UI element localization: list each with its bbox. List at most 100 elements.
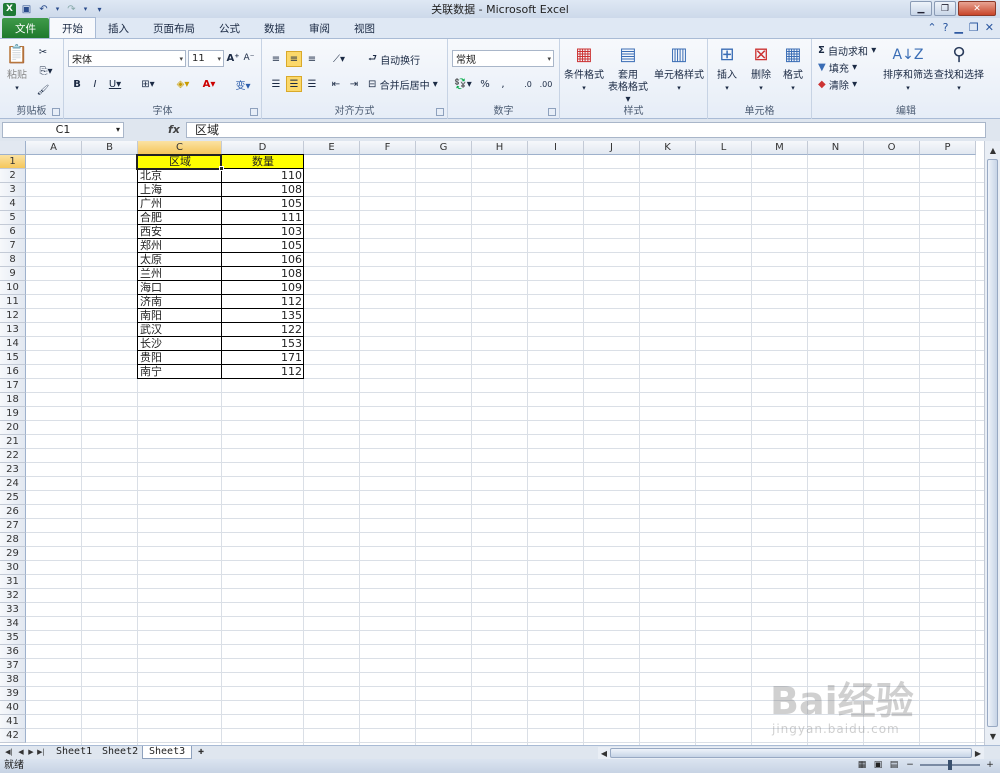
clipboard-launcher-icon[interactable]	[52, 108, 60, 116]
undo-dropdown-icon[interactable]: ▾	[54, 3, 61, 16]
row-header-16[interactable]: 16	[0, 365, 26, 379]
wrap-text-button[interactable]: ⮐ 自动换行	[368, 51, 438, 67]
cell-quantity[interactable]: 135	[222, 309, 304, 323]
column-header-d[interactable]: D	[222, 141, 304, 155]
number-launcher-icon[interactable]	[548, 108, 556, 116]
sort-filter-button[interactable]: A↓Z 排序和筛选 ▾	[880, 43, 936, 94]
row-header-20[interactable]: 20	[0, 421, 26, 435]
cell-region[interactable]: 郑州	[138, 239, 222, 253]
row-header-24[interactable]: 24	[0, 477, 26, 491]
cell-quantity[interactable]: 106	[222, 253, 304, 267]
cell-quantity[interactable]: 122	[222, 323, 304, 337]
normal-view-icon[interactable]: ▦	[856, 759, 868, 771]
fill-handle[interactable]	[219, 166, 224, 171]
autosum-button[interactable]: Σ 自动求和 ▾	[818, 43, 888, 58]
clear-button[interactable]: ◆ 清除 ▾	[818, 77, 878, 92]
align-top-icon[interactable]: ≡	[268, 51, 284, 67]
select-all-corner[interactable]	[0, 141, 26, 155]
cell-quantity[interactable]: 111	[222, 211, 304, 225]
row-header-11[interactable]: 11	[0, 295, 26, 309]
cell-region[interactable]: 合肥	[138, 211, 222, 225]
paste-button[interactable]: 📋 粘贴 ▾	[4, 43, 30, 94]
scroll-up-icon[interactable]: ▲	[986, 143, 1000, 157]
row-header-10[interactable]: 10	[0, 281, 26, 295]
minimize-ribbon-icon[interactable]: ⌃	[927, 21, 936, 34]
italic-button[interactable]: I	[88, 77, 102, 91]
excel-logo-icon[interactable]: X	[3, 2, 16, 16]
restore-button[interactable]: ❐	[934, 1, 956, 16]
column-header-p[interactable]: P	[920, 141, 976, 155]
font-color-icon[interactable]: A▾	[198, 77, 220, 91]
borders-icon[interactable]: ⊞▾	[138, 77, 158, 91]
column-header-j[interactable]: J	[584, 141, 640, 155]
row-header-14[interactable]: 14	[0, 337, 26, 351]
cell-region[interactable]: 兰州	[138, 267, 222, 281]
cell-quantity[interactable]: 108	[222, 183, 304, 197]
row-header-2[interactable]: 2	[0, 169, 26, 183]
sheet-tab-sheet3[interactable]: Sheet3	[142, 746, 193, 759]
prev-sheet-icon[interactable]: ◀	[16, 747, 26, 758]
vertical-scrollbar[interactable]: ▲ ▼	[984, 141, 1000, 745]
increase-decimal-icon[interactable]: .0	[520, 76, 536, 92]
row-header-13[interactable]: 13	[0, 323, 26, 337]
row-header-3[interactable]: 3	[0, 183, 26, 197]
row-header-33[interactable]: 33	[0, 603, 26, 617]
cell-quantity[interactable]: 110	[222, 169, 304, 183]
workbook-close-icon[interactable]: ✕	[985, 21, 994, 34]
row-header-38[interactable]: 38	[0, 673, 26, 687]
bold-button[interactable]: B	[70, 77, 84, 91]
worksheet-grid[interactable]: A B C D E F G H I J K L M N O P 1 2 3 4 5 6 7 8 9 10 11 12 13 14 15 16 1…	[0, 141, 984, 745]
customize-qat-icon[interactable]: ▾	[93, 3, 106, 16]
column-header-k[interactable]: K	[640, 141, 696, 155]
sheet-tab-sheet2[interactable]: Sheet2	[96, 746, 144, 759]
cell-region[interactable]: 海口	[138, 281, 222, 295]
column-header-c[interactable]: C	[138, 141, 222, 155]
cell-quantity[interactable]: 108	[222, 267, 304, 281]
underline-button[interactable]: U▾	[106, 77, 124, 91]
column-header-o[interactable]: O	[864, 141, 920, 155]
currency-icon[interactable]: 💱▾	[452, 76, 474, 92]
cell-quantity[interactable]: 105	[222, 239, 304, 253]
cell-quantity[interactable]: 171	[222, 351, 304, 365]
row-header-12[interactable]: 12	[0, 309, 26, 323]
row-header-25[interactable]: 25	[0, 491, 26, 505]
row-header-7[interactable]: 7	[0, 239, 26, 253]
tab-insert[interactable]: 插入	[96, 18, 141, 38]
merge-center-button[interactable]: ⊟ 合并后居中 ▾	[368, 76, 446, 92]
copy-icon[interactable]: ⎘▾	[36, 64, 56, 78]
row-header-19[interactable]: 19	[0, 407, 26, 421]
row-header-21[interactable]: 21	[0, 435, 26, 449]
insert-cells-button[interactable]: ⊞ 插入 ▾	[712, 43, 742, 94]
sheet-tab-sheet1[interactable]: Sheet1	[50, 746, 98, 759]
new-sheet-icon[interactable]: ✚	[194, 747, 208, 758]
column-header-h[interactable]: H	[472, 141, 528, 155]
column-header-n[interactable]: N	[808, 141, 864, 155]
row-header-22[interactable]: 22	[0, 449, 26, 463]
cell-region[interactable]: 太原	[138, 253, 222, 267]
number-format-combo[interactable]: 常规 ▾	[452, 50, 554, 67]
name-box-dropdown-icon[interactable]: ▾	[116, 123, 120, 137]
font-size-combo[interactable]: 11 ▾	[188, 50, 224, 67]
column-header-a[interactable]: A	[26, 141, 82, 155]
fill-button[interactable]: ▼ 填充 ▾	[818, 60, 878, 75]
tab-view[interactable]: 视图	[342, 18, 387, 38]
cell-quantity[interactable]: 105	[222, 197, 304, 211]
row-header-37[interactable]: 37	[0, 659, 26, 673]
row-header-34[interactable]: 34	[0, 617, 26, 631]
column-header-e[interactable]: E	[304, 141, 360, 155]
next-sheet-icon[interactable]: ▶	[26, 747, 36, 758]
scroll-left-icon[interactable]: ◀	[597, 746, 611, 760]
zoom-slider-knob[interactable]	[948, 760, 952, 770]
align-right-icon[interactable]: ☰	[304, 76, 320, 92]
horizontal-scroll-thumb[interactable]	[610, 748, 972, 758]
name-box[interactable]: C1 ▾	[2, 122, 124, 138]
cell-region[interactable]: 西安	[138, 225, 222, 239]
tab-formulas[interactable]: 公式	[207, 18, 252, 38]
zoom-out-icon[interactable]: −	[904, 759, 916, 771]
vertical-scroll-thumb[interactable]	[987, 159, 998, 727]
orientation-icon[interactable]: ⟋▾	[328, 51, 350, 67]
decrease-decimal-icon[interactable]: .00	[538, 76, 554, 92]
formula-input[interactable]: 区域	[186, 122, 986, 138]
row-header-15[interactable]: 15	[0, 351, 26, 365]
row-header-6[interactable]: 6	[0, 225, 26, 239]
